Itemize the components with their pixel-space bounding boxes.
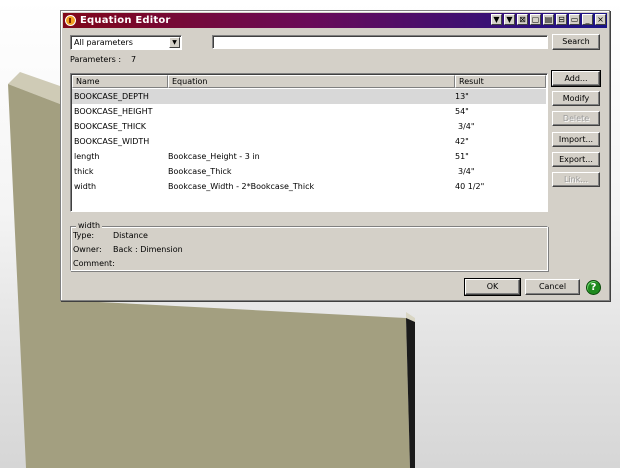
- parameters-table: Name Equation Result BOOKCASE_DEPTH 13" …: [70, 73, 548, 212]
- cell-result: 54": [455, 107, 469, 116]
- column-header-result[interactable]: Result: [455, 75, 546, 88]
- cell-name: thick: [74, 167, 94, 176]
- cell-name: BOOKCASE_WIDTH: [74, 137, 150, 146]
- comment-label: Comment:: [73, 259, 115, 268]
- table-row[interactable]: BOOKCASE_WIDTH 42": [72, 134, 546, 149]
- delete-button[interactable]: Delete: [552, 111, 600, 126]
- cell-result: 13": [455, 92, 469, 101]
- chevron-down-icon[interactable]: ▼: [169, 37, 180, 48]
- cell-equation: [168, 119, 455, 134]
- rolldown-icon[interactable]: ▼: [504, 14, 515, 25]
- parameters-label: Parameters :: [70, 55, 122, 64]
- cell-name: BOOKCASE_DEPTH: [74, 92, 149, 101]
- search-input[interactable]: [212, 35, 548, 49]
- cell-name: length: [74, 152, 100, 161]
- cell-result: 51": [455, 152, 469, 161]
- comment-line: Comment:: [73, 259, 115, 268]
- type-line: Type: Distance: [73, 231, 148, 240]
- cell-equation: Bookcase_Width - 2*Bookcase_Thick: [168, 182, 315, 191]
- close-icon[interactable]: ×: [595, 14, 606, 25]
- owner-value: Back : Dimension: [113, 245, 183, 254]
- table-header: Name Equation Result: [72, 75, 546, 88]
- group-title: width: [76, 221, 103, 230]
- type-label: Type:: [73, 231, 95, 240]
- window-title: Equation Editor: [80, 15, 171, 26]
- grid-icon[interactable]: ▤: [543, 14, 554, 25]
- cell-name: BOOKCASE_THICK: [74, 122, 147, 131]
- pin-icon[interactable]: ⊟: [556, 14, 567, 25]
- cell-equation: [168, 134, 455, 149]
- import-button[interactable]: Import...: [552, 132, 600, 147]
- cell-result: 40 1/2": [455, 182, 485, 191]
- add-button[interactable]: Add...: [551, 70, 601, 87]
- column-header-equation[interactable]: Equation: [168, 75, 455, 88]
- rollup-icon[interactable]: ▼: [491, 14, 502, 25]
- cell-equation: Bookcase_Thick: [168, 167, 232, 176]
- table-row[interactable]: BOOKCASE_HEIGHT 54": [72, 104, 546, 119]
- cell-result: 3/4": [458, 122, 475, 131]
- table-row[interactable]: width Bookcase_Width - 2*Bookcase_Thick …: [72, 179, 546, 194]
- type-value: Distance: [113, 231, 148, 240]
- minimize-icon[interactable]: _: [582, 14, 593, 25]
- titlebar-buttons: ▼ ▼ ⊠ ▢ ▤ ⊟ ▭ _ ×: [491, 14, 606, 25]
- help-icon[interactable]: ?: [586, 280, 601, 295]
- cell-equation: [168, 89, 455, 104]
- link-button[interactable]: Link...: [552, 172, 600, 187]
- parameters-count: 7: [131, 55, 137, 64]
- parameter-filter-select[interactable]: All parameters ▼: [70, 35, 182, 50]
- owner-line: Owner: Back : Dimension: [73, 245, 183, 254]
- table-row[interactable]: BOOKCASE_THICK 3/4": [72, 119, 546, 134]
- window-icon[interactable]: ▢: [530, 14, 541, 25]
- table-row[interactable]: thick Bookcase_Thick 3/4": [72, 164, 546, 179]
- export-button[interactable]: Export...: [552, 152, 600, 167]
- cell-name: width: [74, 182, 97, 191]
- parameter-details-group: width Type: Distance Owner: Back : Dimensi…: [70, 221, 548, 271]
- title-bar[interactable]: Equation Editor ▼ ▼ ⊠ ▢ ▤ ⊟ ▭ _ ×: [63, 13, 607, 28]
- column-header-name[interactable]: Name: [72, 75, 168, 88]
- filter-value: All parameters: [74, 38, 133, 47]
- cell-name: BOOKCASE_HEIGHT: [74, 107, 153, 116]
- tile-icon[interactable]: ⊠: [517, 14, 528, 25]
- cell-result: 42": [455, 137, 469, 146]
- modify-button[interactable]: Modify: [552, 91, 600, 106]
- app-icon: [65, 15, 76, 26]
- search-button[interactable]: Search: [552, 34, 600, 50]
- table-row[interactable]: length Bookcase_Height - 3 in 51": [72, 149, 546, 164]
- table-row[interactable]: BOOKCASE_DEPTH 13": [72, 89, 546, 104]
- ok-button[interactable]: OK: [464, 278, 521, 296]
- cell-equation: Bookcase_Height - 3 in: [168, 152, 260, 161]
- cell-equation: [168, 104, 455, 119]
- owner-label: Owner:: [73, 245, 102, 254]
- parameters-count-line: Parameters : 7: [70, 55, 136, 64]
- restore-icon[interactable]: ▭: [569, 14, 580, 25]
- cell-result: 3/4": [458, 167, 475, 176]
- cancel-button[interactable]: Cancel: [525, 279, 580, 295]
